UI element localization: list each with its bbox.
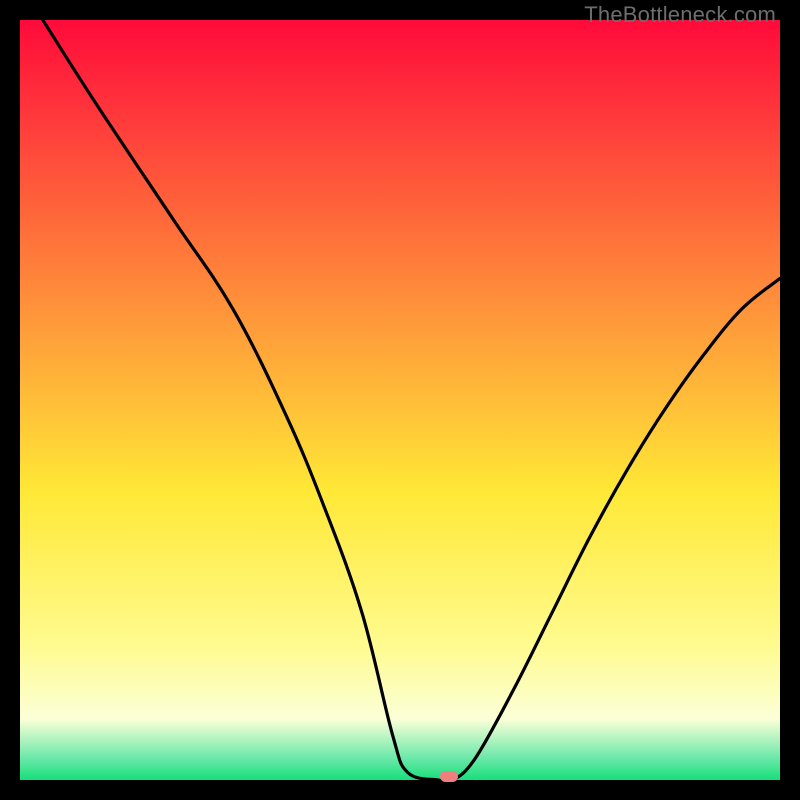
- chart-stage: TheBottleneck.com: [0, 0, 800, 800]
- watermark-text: TheBottleneck.com: [584, 2, 776, 28]
- bottleneck-curve: [20, 20, 780, 780]
- optimal-marker: [440, 771, 458, 782]
- curve-path: [43, 20, 780, 782]
